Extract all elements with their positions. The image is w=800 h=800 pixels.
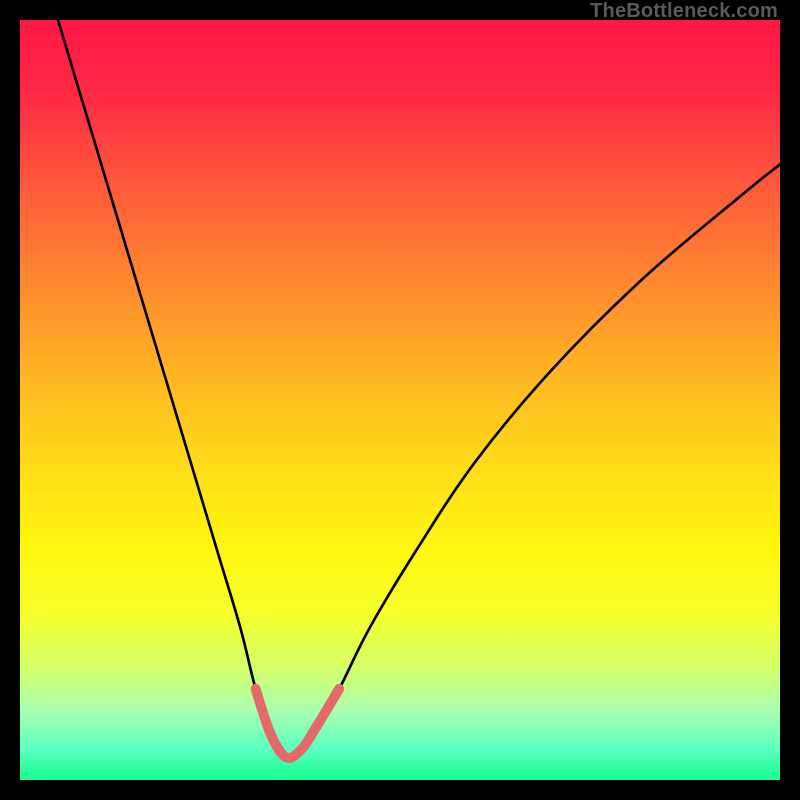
watermark-text: TheBottleneck.com: [590, 0, 778, 23]
bottleneck-curve: [20, 20, 780, 780]
plot-area: [20, 20, 780, 780]
chart-stage: TheBottleneck.com: [0, 0, 800, 800]
